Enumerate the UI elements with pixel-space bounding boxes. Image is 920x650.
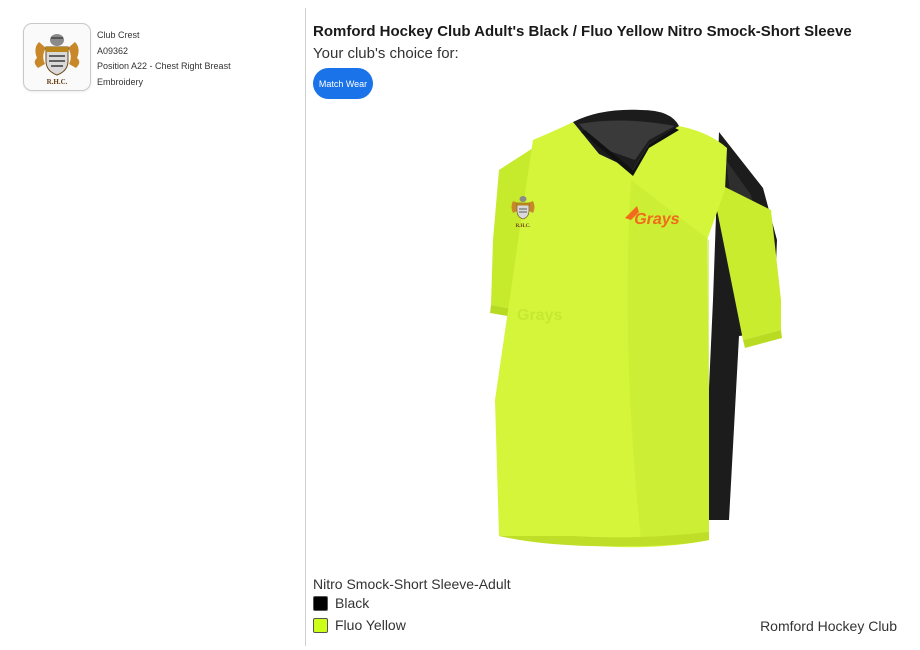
product-panel: Romford Hockey Club Adult's Black / Fluo… xyxy=(313,0,913,650)
match-wear-tag-button[interactable]: Match Wear xyxy=(313,68,373,99)
colour-label: Fluo Yellow xyxy=(335,617,406,633)
crest-method: Embroidery xyxy=(97,76,144,87)
brand-logo-text: Grays xyxy=(633,210,682,228)
variant-name: Nitro Smock-Short Sleeve-Adult xyxy=(313,576,511,592)
crest-position: Position A22 - Chest Right Breast xyxy=(97,61,231,71)
panel-divider xyxy=(305,8,306,646)
chest-crest-initials: R.H.C. xyxy=(516,224,532,229)
colour-option-fluo-yellow[interactable]: Fluo Yellow xyxy=(313,616,406,634)
crest-icon: R.H.C. xyxy=(34,34,80,86)
club-choice-label: Your club's choice for: xyxy=(313,45,459,62)
colour-option-black[interactable]: Black xyxy=(313,594,369,612)
product-title: Romford Hockey Club Adult's Black / Fluo… xyxy=(313,23,852,40)
colour-swatch xyxy=(313,617,328,633)
shirt-image: R.H.C. Grays Grays xyxy=(490,109,782,548)
crest-details: Club Crest A09362 Position A22 - Chest R… xyxy=(97,28,231,90)
club-name: Romford Hockey Club xyxy=(760,618,897,634)
club-crest-thumbnail[interactable]: R.H.C. xyxy=(23,23,91,91)
colour-label: Black xyxy=(335,595,370,611)
crest-code: A09362 xyxy=(97,45,129,56)
watermark-logo: Grays xyxy=(517,307,562,324)
crest-panel: R.H.C. Club Crest A09362 Position A22 - … xyxy=(0,0,305,650)
colour-swatch xyxy=(313,595,328,611)
crest-initials: R.H.C. xyxy=(47,78,68,86)
crest-type: Club Crest xyxy=(97,30,140,40)
